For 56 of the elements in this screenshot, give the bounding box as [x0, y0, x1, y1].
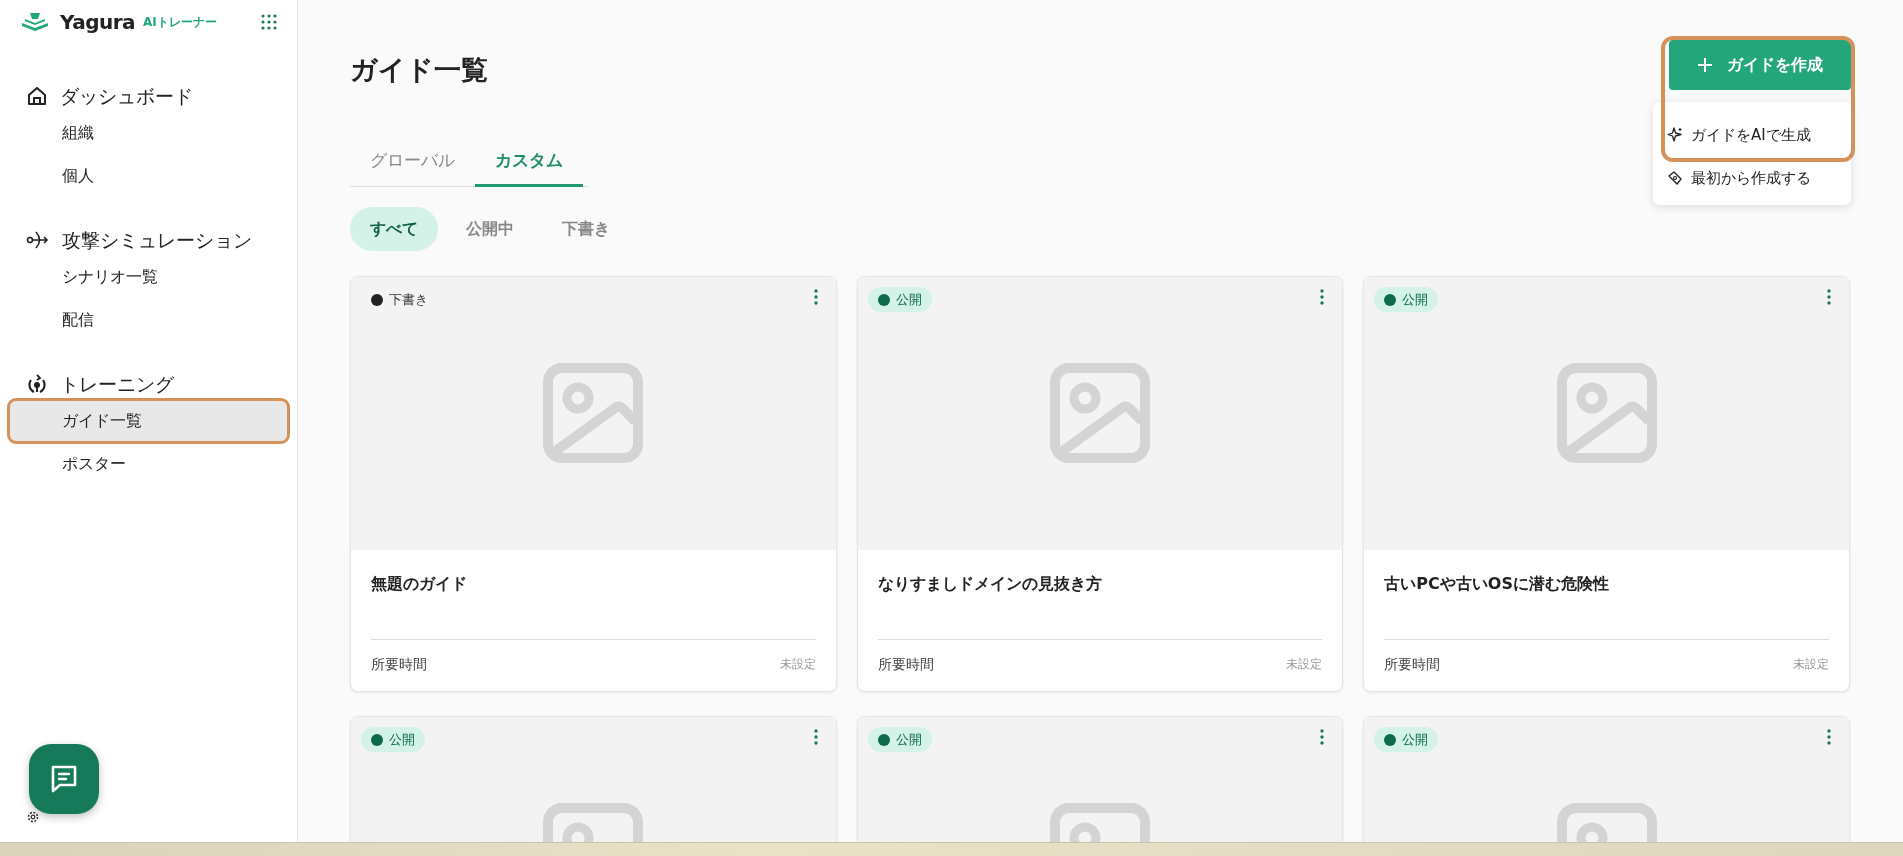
- menu-item[interactable]: ガイドをAIで生成: [1653, 114, 1851, 157]
- page-title: ガイド一覧: [350, 54, 488, 87]
- status-badge: 公開: [867, 726, 932, 753]
- duration-value: 未設定: [1286, 656, 1323, 674]
- sidebar-item[interactable]: ポスター: [10, 444, 287, 484]
- image-placeholder-icon: [1556, 363, 1657, 464]
- status-badge: 公開: [1374, 286, 1439, 313]
- more-icon[interactable]: [1320, 728, 1325, 745]
- image-placeholder-icon: [1050, 363, 1150, 464]
- card-title: 古いPCや古いOSに潜む危険性: [1384, 572, 1610, 595]
- status-badge: 公開: [867, 286, 932, 313]
- image-placeholder-icon: [543, 363, 644, 464]
- duration-label: 所要時間: [1384, 654, 1441, 674]
- guide-card[interactable]: 公開 古いPCや古いOSに潜む危険性 所要時間 未設定: [1363, 275, 1850, 692]
- card-title: 無題のガイド: [371, 572, 468, 595]
- app-grid-icon[interactable]: [261, 14, 277, 30]
- status-badge: 公開: [361, 726, 425, 753]
- more-icon[interactable]: [1827, 728, 1831, 745]
- card-title: なりすましドメインの見抜き方: [877, 572, 1103, 595]
- duration-value: 未設定: [1793, 656, 1829, 674]
- section-heading: トレーニング: [60, 371, 174, 397]
- sidebar-item[interactable]: 組織: [10, 113, 287, 153]
- duration-value: 未設定: [779, 656, 816, 674]
- product-name: AIトレーナー: [143, 14, 217, 31]
- duration-label: 所要時間: [877, 654, 934, 674]
- status-badge: 下書き: [361, 286, 438, 313]
- sparkle-icon: [1667, 127, 1683, 144]
- route-icon: [26, 229, 50, 251]
- filter-chip[interactable]: すべて: [350, 206, 438, 251]
- more-icon[interactable]: [813, 728, 818, 745]
- tab[interactable]: カスタム: [475, 144, 583, 187]
- guide-card[interactable]: 公開: [856, 715, 1344, 842]
- cycle-icon: [26, 373, 48, 395]
- chat-button[interactable]: [29, 744, 99, 814]
- sidebar-item[interactable]: 個人: [10, 156, 287, 196]
- pen-icon: [1667, 169, 1683, 186]
- menu-item[interactable]: 最初から作成する: [1653, 156, 1851, 199]
- settings-icon[interactable]: [26, 810, 40, 824]
- more-icon[interactable]: [813, 288, 818, 305]
- sidebar-item[interactable]: ガイド一覧: [10, 401, 287, 441]
- duration-label: 所要時間: [371, 654, 427, 674]
- section-heading: ダッシュボード: [60, 83, 193, 109]
- tab[interactable]: グローバル: [350, 144, 475, 187]
- logo-text: Yagura: [60, 9, 136, 36]
- section-heading: 攻撃シミュレーション: [62, 227, 252, 253]
- guide-card[interactable]: 公開: [350, 715, 837, 842]
- more-icon[interactable]: [1827, 288, 1831, 305]
- status-badge: 公開: [1374, 726, 1439, 753]
- sidebar-item[interactable]: シナリオ一覧: [10, 257, 287, 297]
- more-icon[interactable]: [1320, 288, 1325, 305]
- guide-card[interactable]: 公開: [1363, 715, 1850, 842]
- guide-card[interactable]: 公開 なりすましドメインの見抜き方 所要時間 未設定: [856, 275, 1344, 692]
- sidebar-item[interactable]: 配信: [10, 300, 287, 340]
- home-icon: [26, 85, 48, 107]
- plus-icon: [1697, 57, 1713, 73]
- guide-card[interactable]: 下書き 無題のガイド 所要時間 未設定: [350, 275, 837, 692]
